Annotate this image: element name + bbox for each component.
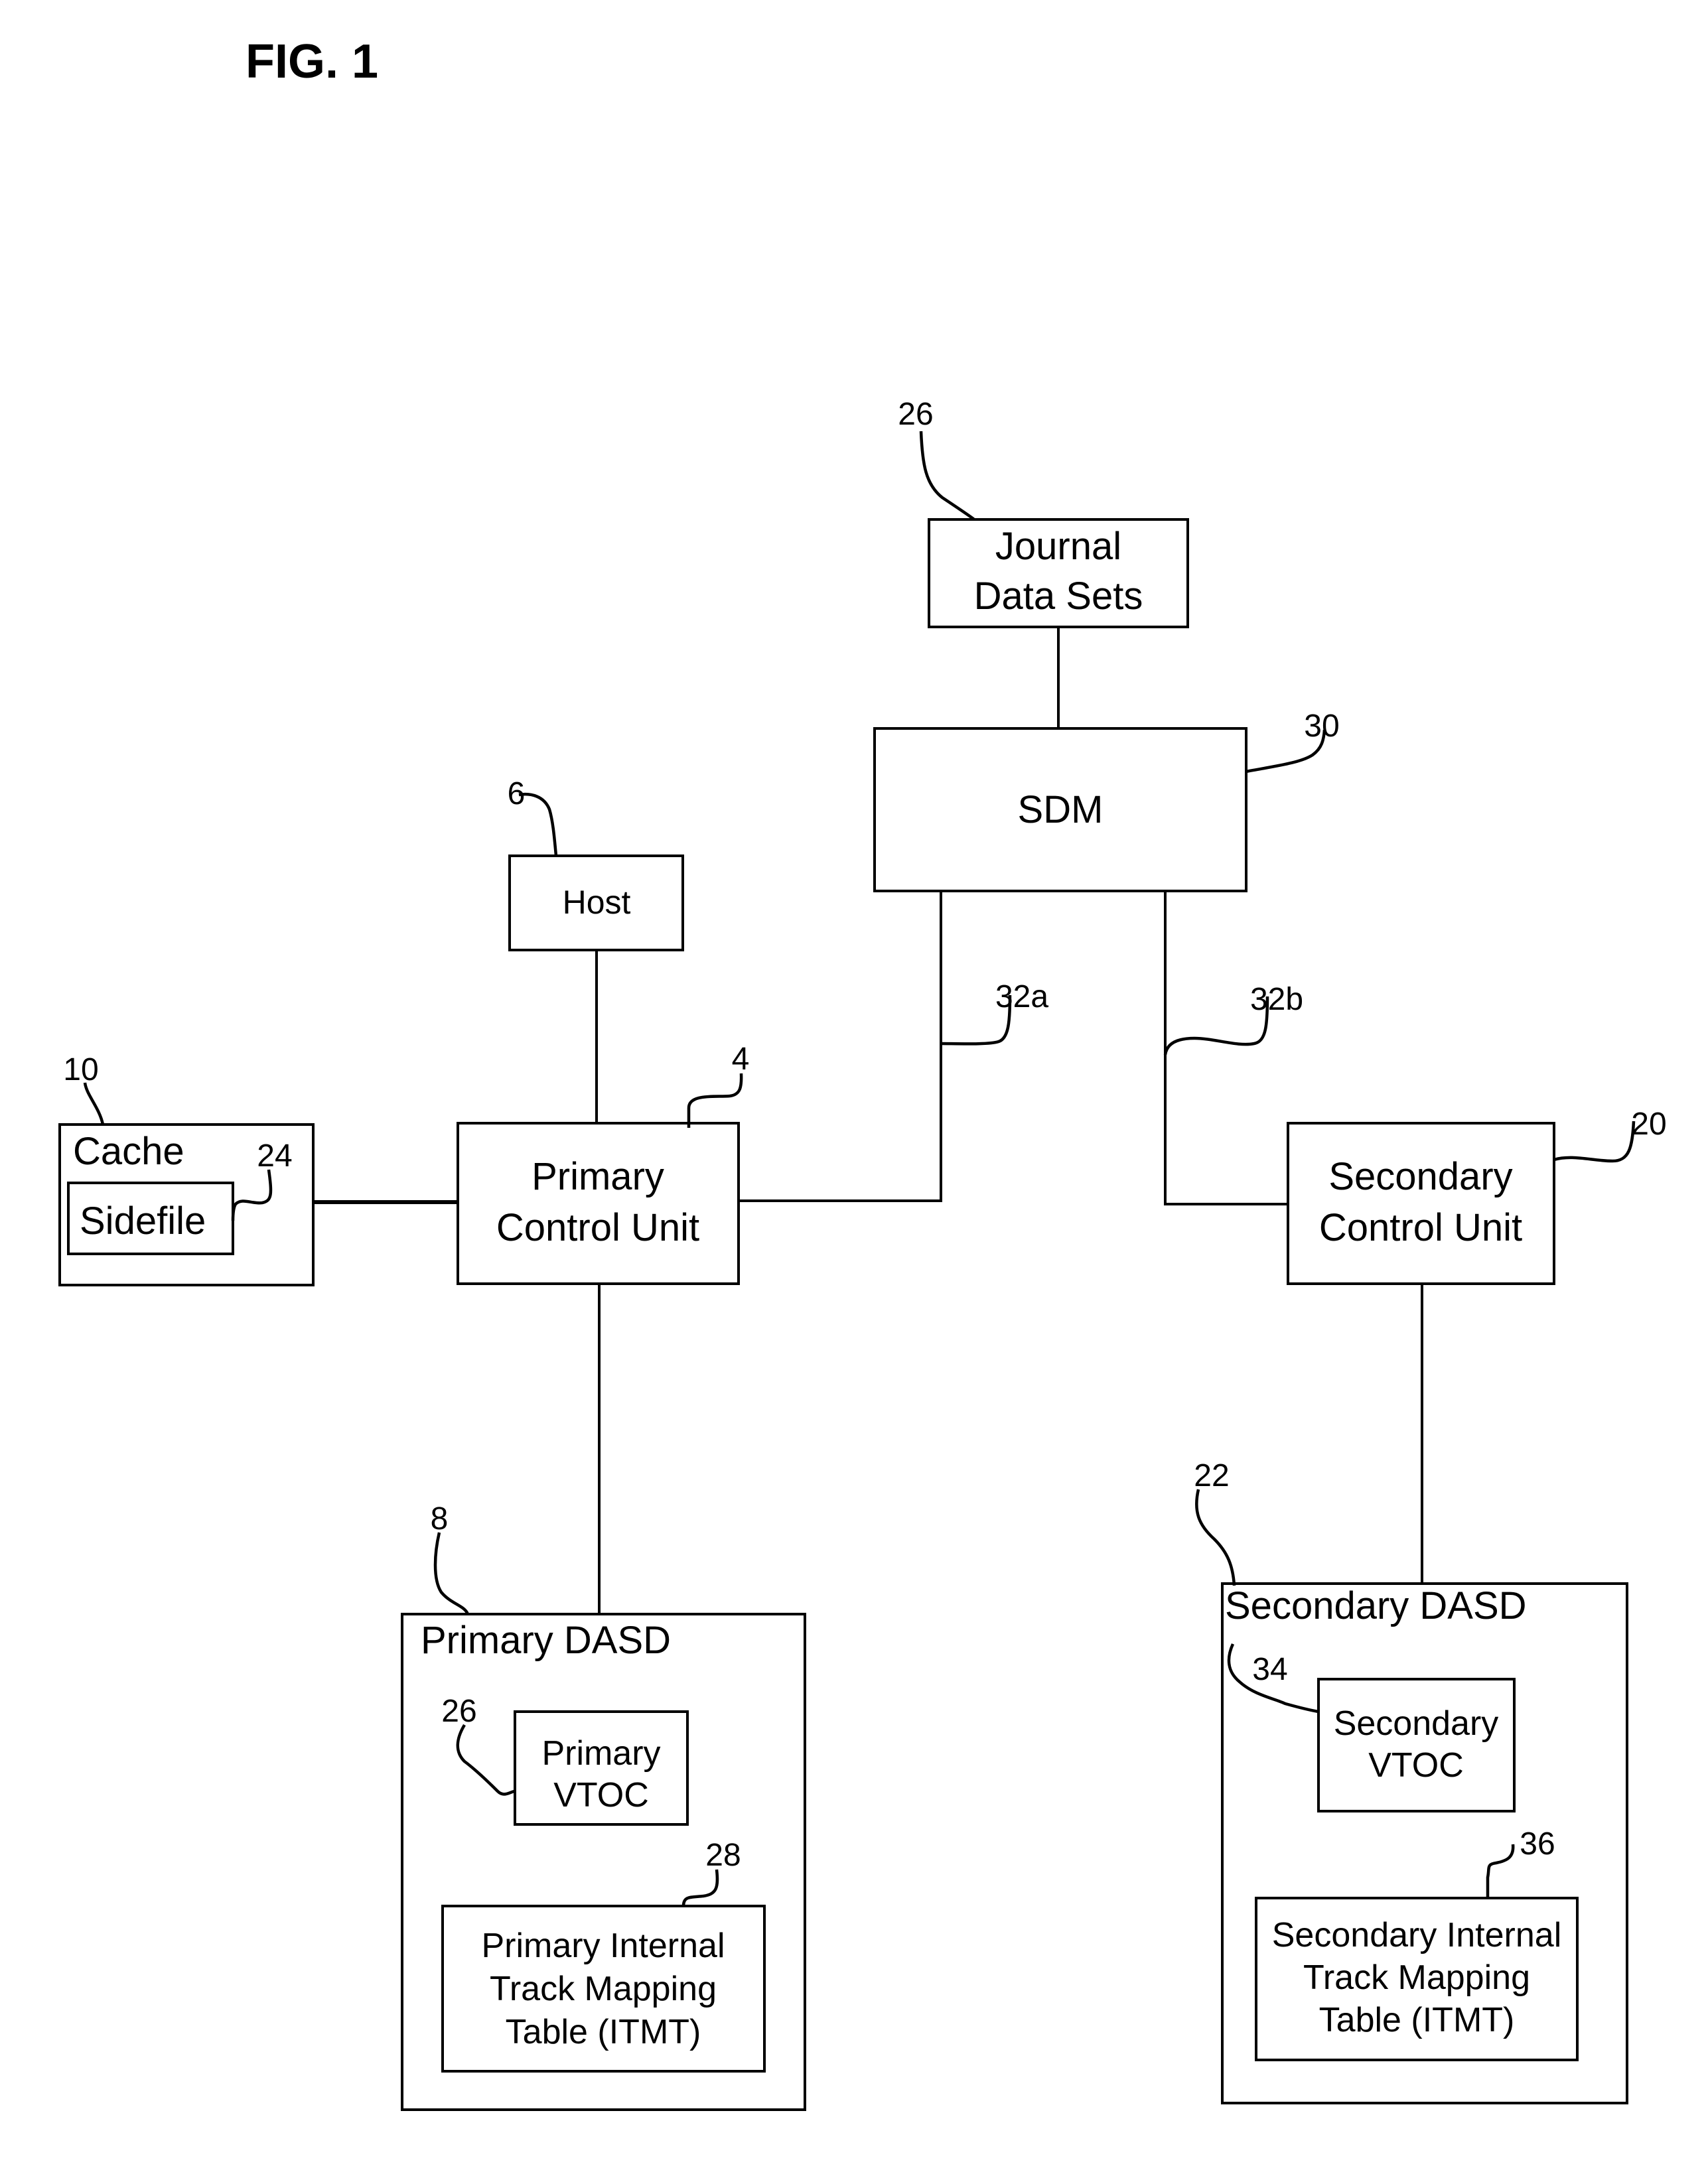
primary-cu-label-line2: Control Unit [496,1206,699,1249]
ref-primary-vtoc: 26 [441,1694,476,1729]
secondary-control-unit-block: Secondary Control Unit [1287,1122,1555,1285]
secondary-itmt-label-line1: Secondary Internal [1272,1916,1562,1954]
primary-dasd-block: Primary DASD Primary VTOC Primary Intern… [401,1613,806,2111]
wire-sdm-primary-cu [739,891,942,1202]
journal-data-sets-block: Journal Data Sets [928,518,1189,628]
wire-sdm-secondary-cu [1164,891,1288,1205]
leader-journal [919,431,975,521]
secondary-vtoc-label-line1: Secondary [1334,1704,1499,1743]
ref-secondary-itmt: 36 [1520,1826,1555,1862]
secondary-control-unit-box [1287,1122,1555,1285]
ref-link-32a: 32a [995,979,1048,1014]
secondary-cu-label-line1: Secondary [1328,1155,1512,1198]
ref-sidefile: 24 [257,1138,292,1174]
ref-primary-itmt: 28 [705,1838,741,1873]
ref-primary-cu: 4 [732,1042,750,1077]
ref-link-32b: 32b [1250,982,1303,1017]
primary-control-unit-block: Primary Control Unit [457,1122,740,1285]
primary-vtoc-label-line1: Primary [541,1734,660,1773]
primary-itmt-label-line2: Track Mapping [490,1970,717,2008]
primary-cu-label-line1: Primary [532,1155,664,1198]
secondary-itmt-label-line3: Table (ITMT) [1319,2001,1515,2039]
leader-primary-cu [687,1073,743,1128]
sdm-label: SDM [1018,788,1103,831]
connections [313,627,1423,1614]
ref-cache: 10 [63,1052,98,1087]
ref-secondary-cu: 20 [1631,1107,1666,1142]
primary-control-unit-box [457,1122,740,1285]
leader-cache [83,1082,105,1125]
ref-primary-dasd: 8 [431,1501,449,1536]
leader-primary-dasd [433,1532,470,1615]
secondary-dasd-label: Secondary DASD [1225,1584,1527,1627]
primary-dasd-label: Primary DASD [421,1619,671,1662]
journal-label-line1: Journal [995,525,1121,568]
sidefile-label: Sidefile [80,1199,206,1243]
leader-secondary-cu [1553,1121,1636,1163]
primary-itmt-label-line3: Table (ITMT) [506,2013,701,2051]
primary-vtoc-label-line2: VTOC [553,1776,649,1814]
secondary-itmt-label-line2: Track Mapping [1303,1958,1530,1997]
secondary-vtoc-box [1317,1678,1516,1812]
host-label: Host [563,884,631,921]
sdm-block: SDM [873,727,1247,892]
ref-journal: 26 [898,397,933,432]
secondary-cu-label-line2: Control Unit [1319,1206,1522,1249]
ref-secondary-dasd: 22 [1194,1458,1229,1493]
primary-itmt-label-line1: Primary Internal [482,1927,725,1965]
cache-label: Cache [73,1130,184,1173]
secondary-vtoc-label-line2: VTOC [1368,1746,1464,1785]
block-diagram: Journal Data Sets 26 SDM 30 Host 6 Cache… [58,397,1667,2111]
journal-label-line2: Data Sets [974,575,1143,618]
host-block: Host [508,854,684,951]
leader-secondary-dasd [1195,1489,1236,1586]
ref-secondary-vtoc: 34 [1252,1652,1287,1687]
